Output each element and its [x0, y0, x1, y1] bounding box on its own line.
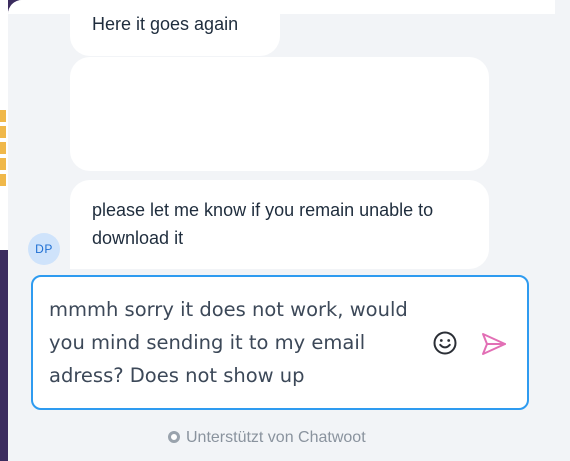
agent-message-attachment[interactable]	[70, 57, 489, 171]
smiley-icon[interactable]	[431, 329, 459, 357]
send-icon[interactable]	[479, 329, 509, 359]
message-text: please let me know if you remain unable …	[92, 200, 434, 248]
message-input[interactable]: mmmh sorry it does not work, would you m…	[49, 293, 409, 392]
chatwoot-logo-icon	[168, 431, 180, 443]
background-dark-panel	[0, 250, 8, 461]
agent-avatar: DP	[28, 233, 60, 265]
background-tag	[0, 110, 6, 122]
background-tag	[0, 142, 6, 154]
powered-by-link[interactable]: Unterstützt von Chatwoot	[168, 428, 366, 448]
background-tag	[0, 158, 6, 170]
background-tag	[0, 174, 6, 186]
background-page-strip	[0, 0, 8, 461]
agent-message: Here it goes again	[70, 0, 280, 56]
powered-by-label: Unterstützt von Chatwoot	[186, 429, 366, 446]
agent-message: please let me know if you remain unable …	[70, 180, 489, 269]
message-text: Here it goes again	[92, 14, 239, 34]
chat-widget: Here it goes again please let me know if…	[8, 0, 570, 461]
background-tag	[0, 126, 6, 138]
message-composer[interactable]: mmmh sorry it does not work, would you m…	[31, 275, 529, 410]
